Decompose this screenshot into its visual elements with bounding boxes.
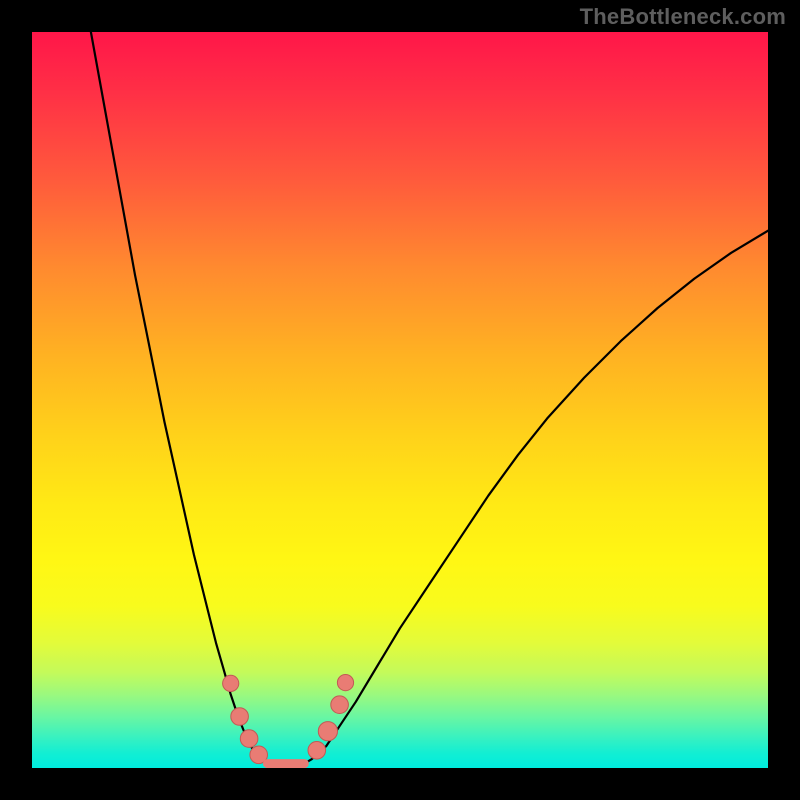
curve-marker-dot xyxy=(318,722,337,741)
curve-svg xyxy=(32,32,768,768)
curve-marker-dot xyxy=(240,730,258,748)
curve-marker-dot xyxy=(231,708,249,726)
curve-marker-dot xyxy=(337,675,353,691)
watermark-text: TheBottleneck.com xyxy=(580,4,786,30)
curve-marker-dot xyxy=(308,742,326,760)
marker-group xyxy=(223,675,354,764)
plot-area xyxy=(32,32,768,768)
chart-frame: TheBottleneck.com xyxy=(0,0,800,800)
bottleneck-curve xyxy=(91,32,768,767)
curve-marker-dot xyxy=(223,675,239,691)
curve-marker-dot xyxy=(331,696,349,714)
